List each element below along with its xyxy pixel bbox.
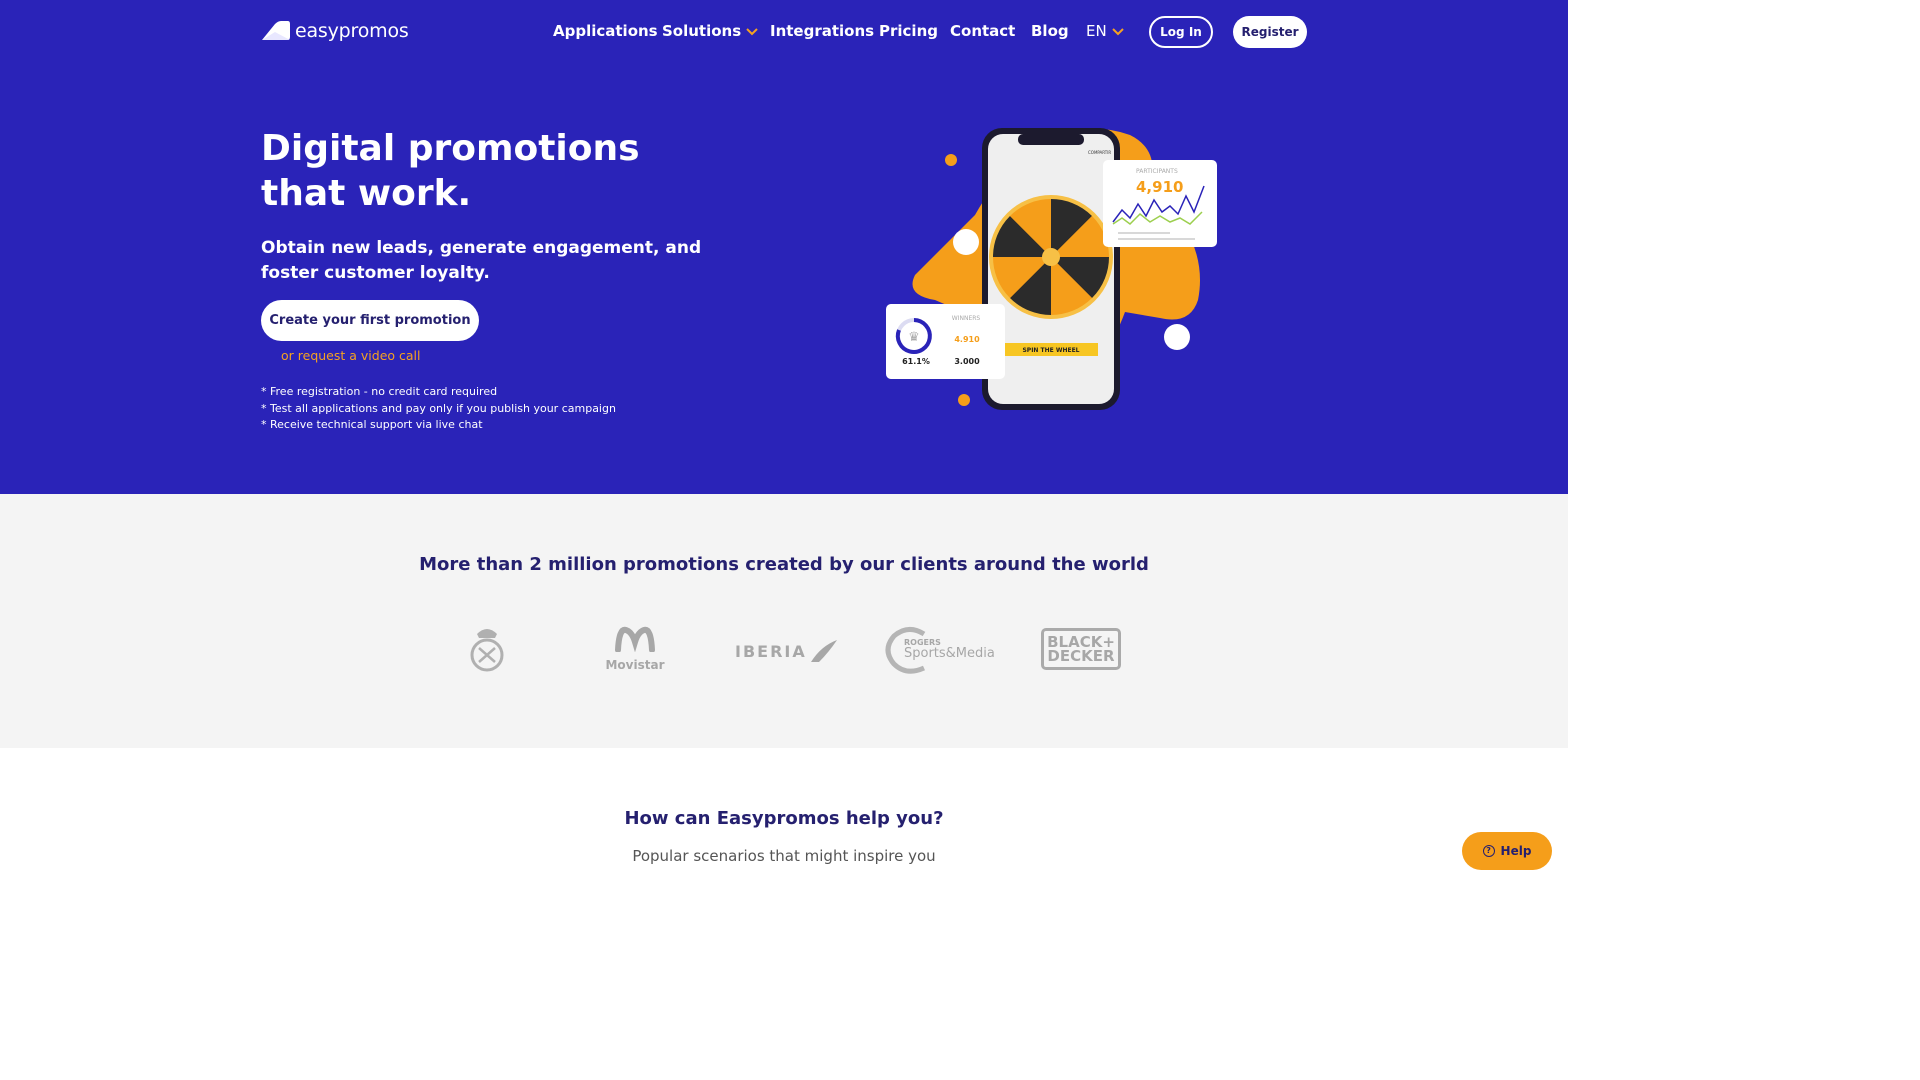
help-section-subtitle: Popular scenarios that might inspire you [632, 847, 936, 865]
request-video-call-link[interactable]: or request a video call [281, 348, 420, 363]
nav-solutions[interactable]: Solutions [662, 22, 758, 40]
participants-value: 4,910 [1136, 178, 1183, 196]
nav-contact[interactable]: Contact [950, 22, 1015, 40]
clients-title: More than 2 million promotions created b… [419, 554, 1149, 575]
hero-notes: * Free registration - no credit card req… [261, 384, 616, 434]
decor-dot [953, 229, 979, 255]
help-label: Help [1500, 844, 1532, 858]
question-icon: ? [1482, 845, 1495, 857]
register-button[interactable]: Register [1233, 16, 1307, 48]
nav-blog[interactable]: Blog [1031, 22, 1069, 40]
create-promotion-button[interactable]: Create your first promotion [261, 300, 479, 341]
movistar-wordmark: Movistar [605, 658, 665, 672]
decor-dot [1164, 324, 1190, 350]
rogers-sports-media-wordmark: Sports&Media [904, 646, 995, 661]
winners-value-2: 3.000 [954, 357, 980, 366]
language-label: EN [1086, 22, 1107, 40]
nav-applications[interactable]: Applications [553, 22, 658, 40]
decor-dot [945, 154, 957, 166]
chevron-down-icon [1111, 27, 1124, 35]
nav-pricing[interactable]: Pricing [879, 22, 938, 40]
black-decker-logo: BLACK+ DECKER [1041, 628, 1121, 670]
note-item: * Receive technical support via live cha… [261, 418, 483, 431]
phone-notch [1018, 134, 1084, 145]
nav-solutions-label: Solutions [662, 22, 742, 40]
help-chat-button[interactable]: ? Help [1462, 832, 1552, 870]
note-item: * Free registration - no credit card req… [261, 385, 498, 398]
language-selector[interactable]: EN [1086, 22, 1124, 40]
winners-label: WINNERS [952, 315, 981, 322]
easypromos-logo-icon [262, 21, 290, 40]
share-label: COMPARTIR [1088, 150, 1111, 155]
help-section-title: How can Easypromos help you? [624, 808, 944, 829]
iberia-wordmark: IBERIA [735, 641, 807, 661]
movistar-m-icon [615, 626, 655, 653]
winners-value-1: 4.910 [954, 335, 980, 344]
movistar-logo: Movistar [605, 624, 665, 672]
hero-title-line1: Digital promotions [261, 128, 640, 169]
real-madrid-logo [470, 629, 504, 672]
decor-dot [958, 394, 970, 406]
brand-name: easypromos [295, 20, 409, 42]
hero-section: easypromos Applications Solutions Integr… [0, 0, 1568, 494]
spin-button-label: SPIN THE WHEEL [1022, 347, 1079, 354]
clients-section [0, 494, 1568, 748]
iberia-wing-icon [810, 640, 837, 662]
login-button[interactable]: Log In [1149, 16, 1213, 48]
top-navigation: easypromos Applications Solutions Integr… [0, 14, 1568, 52]
winners-percent: 61.1% [902, 357, 930, 366]
hero-subtitle: Obtain new leads, generate engagement, a… [261, 238, 702, 283]
hero-title-line2: that work. [261, 173, 472, 214]
nav-integrations[interactable]: Integrations [770, 22, 874, 40]
participants-label: PARTICIPANTS [1136, 168, 1178, 175]
black-decker-line2: DECKER [1047, 647, 1115, 665]
iberia-logo: IBERIA [735, 640, 837, 662]
winners-card [886, 304, 1005, 379]
brand-logo[interactable]: easypromos [261, 20, 409, 42]
prize-wheel [989, 195, 1113, 319]
hero-illustration: COMPARTIR SPIN THE WHEEL PARTICIPANTS 4,… [886, 128, 1217, 410]
trophy-icon: ♛ [908, 330, 920, 345]
note-item: * Test all applications and pay only if … [261, 401, 616, 415]
hero-title: Digital promotions that work. [261, 126, 640, 216]
chevron-down-icon [746, 27, 758, 35]
